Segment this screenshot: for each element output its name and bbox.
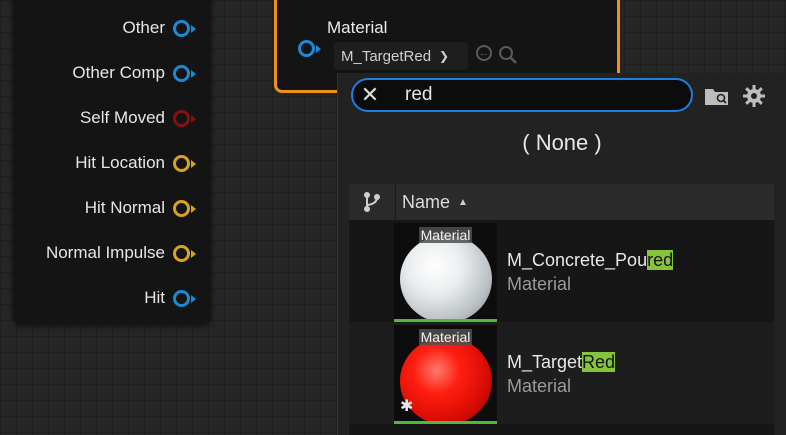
pin-hit[interactable]: Hit [144,286,196,310]
pin-icon[interactable] [173,19,196,37]
concrete-sphere-preview [400,235,492,322]
list-header: Name ▲ [349,184,774,220]
asset-type: Material [507,274,572,294]
list-item[interactable]: Material M_Concrete_Poured Material [349,220,774,322]
pin-label: Hit Location [75,153,165,172]
pin-other-comp[interactable]: Other Comp [72,61,196,85]
material-asset-combo[interactable]: M_TargetRed ❯ [334,42,468,70]
thumbnail-type-label: Material [418,329,473,345]
source-control-column-icon[interactable] [349,184,396,220]
use-selected-arrow-icon[interactable]: ← [476,45,492,61]
pin-label: Other Comp [72,63,165,82]
asset-search-box[interactable]: ✕ [351,78,693,112]
asset-type: Material [507,376,572,396]
gear-icon[interactable] [742,84,766,113]
pin-icon[interactable] [173,289,196,307]
asset-search-input[interactable] [403,83,667,107]
material-input-pin-icon[interactable] [298,40,321,57]
asset-list: Name ▲ Material M_Concrete_Poured Materi… [349,184,774,435]
folder-icon[interactable] [704,86,730,111]
thumbnail-type-label: Material [418,227,473,243]
pin-icon[interactable] [173,199,196,217]
asset-thumbnail: Material [394,223,497,322]
name-column-label: Name [402,191,451,212]
search-match-highlight: red [647,250,674,270]
name-column-header[interactable]: Name ▲ [396,192,468,213]
red-sphere-preview [400,337,492,424]
pin-other[interactable]: Other [122,16,196,40]
search-match-highlight: Red [582,352,616,372]
sort-ascending-icon: ▲ [458,196,468,208]
clear-search-icon[interactable]: ✕ [353,82,387,108]
asset-thumbnail: Material ✱ [394,325,497,424]
list-item[interactable]: Material ✱ M_TargetRed Material [349,322,774,424]
asterisk-modified-icon: ✱ [400,398,414,415]
none-option[interactable]: ( None ) [338,130,786,156]
chevron-down-icon: ❯ [439,49,450,63]
material-type-bar [394,421,497,424]
pin-label: Other [122,18,165,37]
pin-icon[interactable] [173,244,196,262]
pin-label: Normal Impulse [45,243,165,262]
pin-hit-normal[interactable]: Hit Normal [84,196,196,220]
pin-normal-impulse[interactable]: Normal Impulse [45,241,196,265]
pin-label: Self Moved [79,108,165,127]
pin-icon[interactable] [173,109,196,127]
asset-name: M_Concrete_Poured [507,250,674,270]
pin-label: Hit [144,288,165,307]
pin-label: Hit Normal [84,198,165,217]
pin-icon[interactable] [173,64,196,82]
pin-icon[interactable] [173,154,196,172]
material-selected-value: M_TargetRed [341,47,432,65]
asset-actions: ← [476,45,518,70]
pin-self-moved[interactable]: Self Moved [79,106,196,130]
pin-hit-location[interactable]: Hit Location [75,151,196,175]
asset-name: M_TargetRed [507,352,616,372]
material-node-title: Material [327,18,388,37]
browse-search-icon[interactable] [498,45,518,70]
